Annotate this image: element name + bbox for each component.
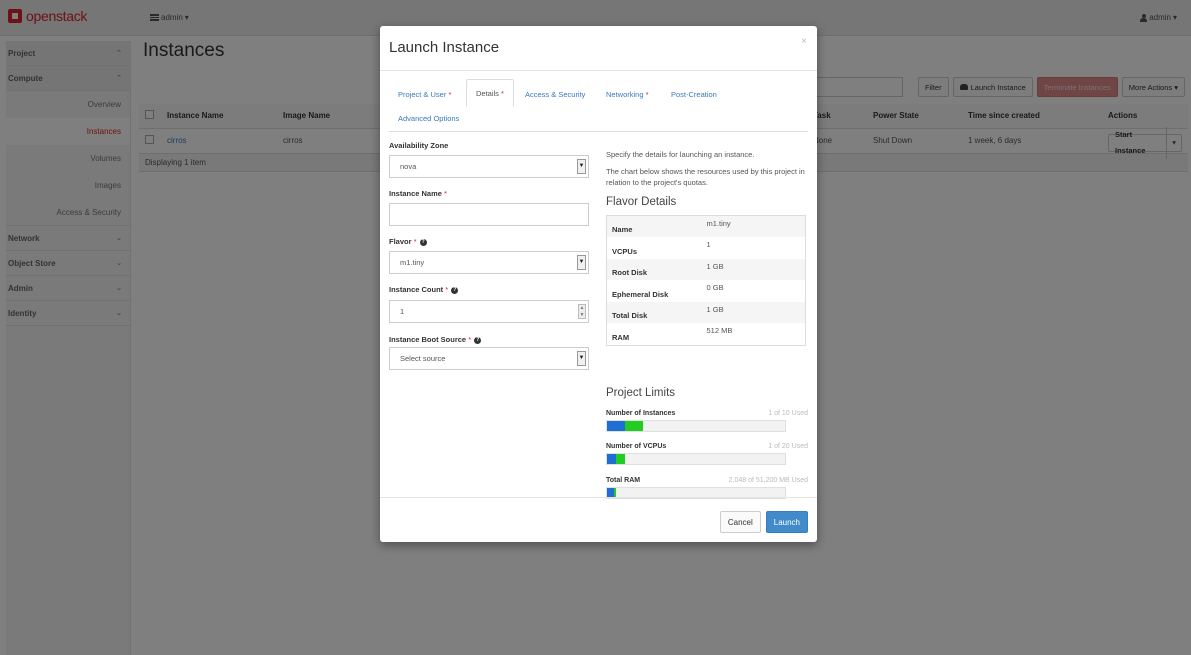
limit-name: Number of VCPUs — [606, 443, 667, 450]
tab-project-user[interactable]: Project & User * — [389, 83, 460, 107]
close-icon[interactable]: × — [801, 36, 807, 47]
select-arrow-icon: ▼ — [577, 255, 586, 270]
help-icon[interactable]: ? — [451, 286, 459, 294]
tab-label: Networking — [606, 90, 644, 99]
instance-count-label-text: Instance Count — [389, 285, 444, 294]
limit-total-ram: Total RAM 2,048 of 51,200 MB Used — [606, 477, 808, 499]
limit-used-text: 1 of 20 Used — [768, 443, 808, 450]
flavor-row: Root Disk 1 GB — [606, 258, 806, 281]
cancel-button[interactable]: Cancel — [719, 511, 761, 533]
limit-used-text: 2,048 of 51,200 MB Used — [728, 477, 808, 484]
limit-name: Number of Instances — [606, 410, 676, 417]
limit-used-text: 1 of 10 Used — [768, 410, 808, 417]
launch-button[interactable]: Launch — [765, 511, 808, 533]
added-segment — [625, 421, 643, 431]
modal-title: Launch Instance — [389, 39, 500, 56]
flavor-key: RAM — [612, 332, 630, 342]
flavor-label: Flavor * ? — [389, 237, 427, 246]
flavor-row: VCPUs 1 — [607, 237, 806, 259]
flavor-key: Name — [612, 225, 633, 235]
flavor-value: 1 — [706, 240, 711, 250]
flavor-row: Total Disk 1 GB — [606, 301, 806, 324]
flavor-value: m1.tiny — [400, 258, 425, 267]
limit-progress-bar — [606, 453, 786, 465]
select-arrow-icon: ▼ — [577, 159, 586, 174]
flavor-value: 1 GB — [706, 304, 724, 314]
flavor-label-text: Flavor — [389, 237, 412, 246]
availability-zone-select[interactable]: nova ▼ — [389, 155, 589, 178]
flavor-key: Total Disk — [612, 311, 648, 321]
flavor-row: Name m1.tiny — [606, 215, 806, 238]
boot-source-label: Instance Boot Source * ? — [389, 335, 482, 344]
used-segment — [607, 421, 625, 431]
limit-name: Total RAM — [606, 477, 641, 484]
help-icon[interactable]: ? — [474, 336, 482, 344]
added-segment — [616, 454, 625, 464]
flavor-row: Ephemeral Disk 0 GB — [607, 280, 806, 302]
availability-zone-value: nova — [400, 162, 417, 171]
flavor-select[interactable]: m1.tiny ▼ — [389, 251, 589, 274]
tab-access-security[interactable]: Access & Security — [516, 83, 594, 107]
stepper-arrows-icon[interactable]: ▲ ▼ — [578, 304, 586, 319]
project-limits-title: Project Limits — [606, 387, 676, 399]
used-segment — [607, 454, 616, 464]
modal-header: Launch Instance × — [380, 26, 817, 71]
flavor-key: VCPUs — [612, 246, 638, 256]
select-arrow-icon: ▼ — [577, 351, 586, 366]
limit-instances: Number of Instances 1 of 10 Used — [606, 410, 808, 432]
boot-source-label-text: Instance Boot Source — [389, 335, 467, 344]
instance-count-value: 1 — [400, 307, 405, 316]
flavor-value: 1 GB — [706, 261, 724, 271]
instance-name-label-text: Instance Name — [389, 189, 442, 198]
instance-name-label: Instance Name * — [389, 189, 447, 198]
details-description: Specify the details for launching an ins… — [606, 150, 755, 159]
help-icon[interactable]: ? — [419, 238, 427, 246]
instance-count-label: Instance Count * ? — [389, 285, 459, 294]
boot-source-value: Select source — [400, 354, 446, 363]
flavor-value: m1.tiny — [706, 219, 731, 228]
tab-post-creation[interactable]: Post-Creation — [662, 83, 726, 107]
instance-name-input[interactable] — [389, 203, 589, 226]
availability-zone-label: Availability Zone — [389, 141, 449, 150]
tab-label: Project & User — [398, 90, 447, 99]
flavor-details-table: Name m1.tiny VCPUs 1 Root Disk 1 GB Ephemer… — [606, 215, 806, 346]
tab-label: Details — [476, 89, 499, 98]
flavor-key: Root Disk — [612, 268, 648, 278]
flavor-key: Ephemeral Disk — [612, 289, 669, 299]
modal-footer: Cancel Launch — [380, 497, 817, 542]
boot-source-select[interactable]: Select source ▼ — [389, 347, 589, 370]
modal-actions: Cancel Launch — [719, 511, 808, 533]
quota-description: The chart below shows the resources used… — [606, 167, 805, 187]
limit-progress-bar — [606, 420, 786, 432]
modal-tabs: Project & User * Details * Access & Secu… — [389, 79, 808, 132]
flavor-value: 512 MB — [706, 326, 733, 336]
tab-details[interactable]: Details * — [466, 79, 514, 107]
launch-instance-modal: Launch Instance × Project & User * Detai… — [380, 26, 817, 542]
flavor-row: RAM 512 MB — [607, 323, 806, 345]
flavor-details-title: Flavor Details — [606, 196, 677, 208]
flavor-value: 0 GB — [706, 283, 724, 293]
tab-advanced-options[interactable]: Advanced Options — [389, 107, 468, 131]
instance-count-stepper[interactable]: 1 ▲ ▼ — [389, 300, 589, 323]
tab-networking[interactable]: Networking * — [597, 83, 658, 107]
limit-vcpus: Number of VCPUs 1 of 20 Used — [606, 443, 808, 465]
